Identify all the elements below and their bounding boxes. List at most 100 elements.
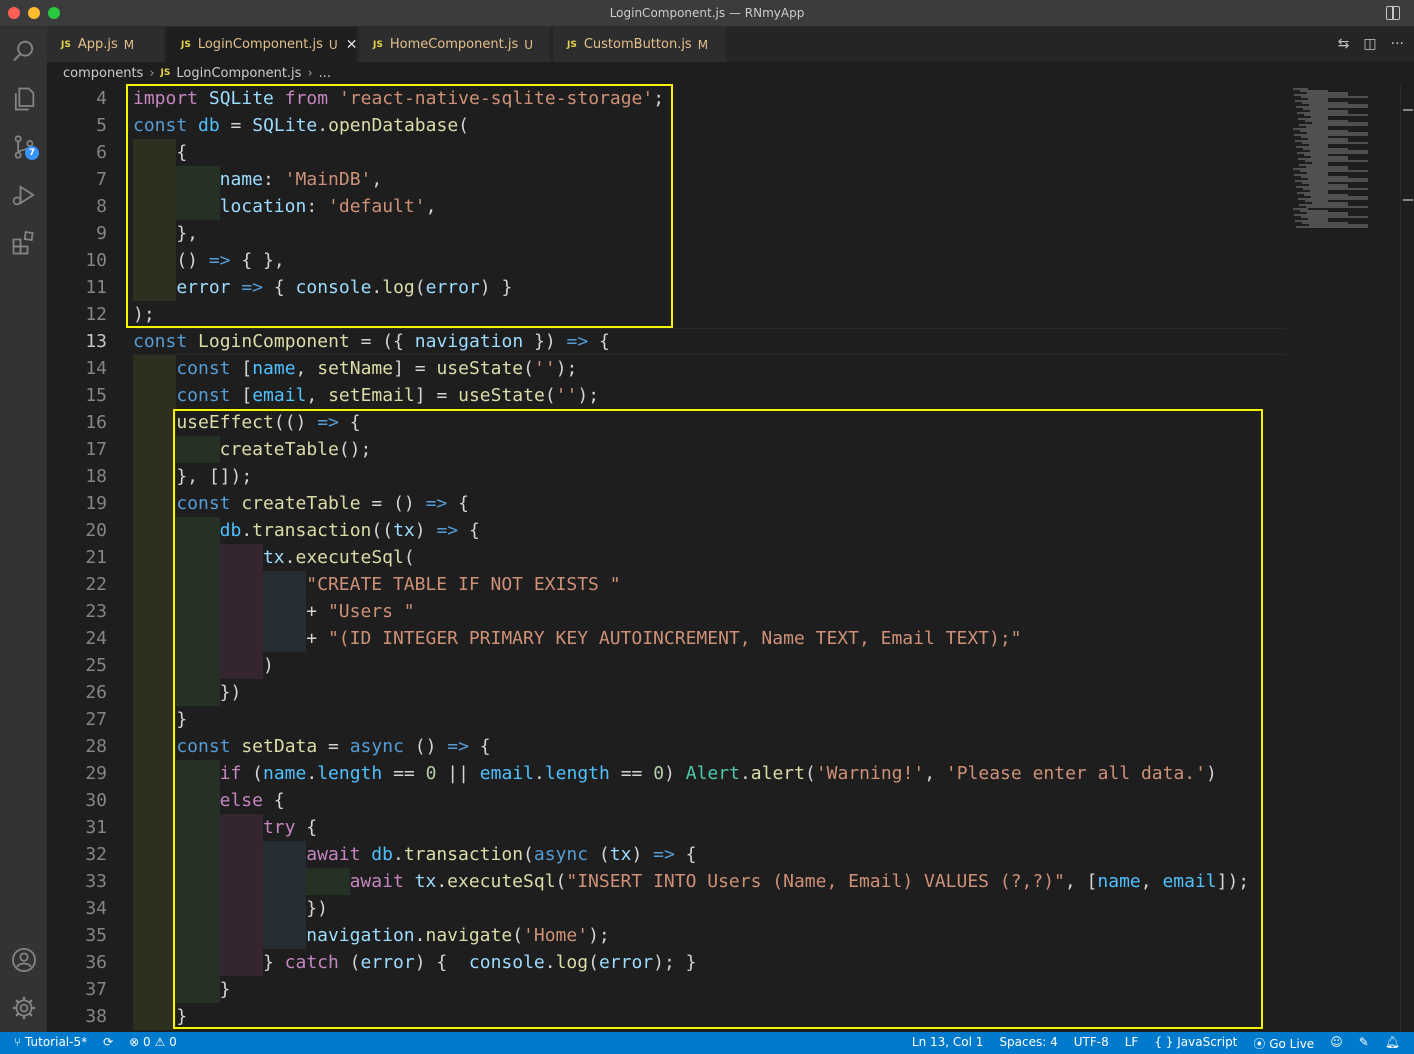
code-line[interactable]: const db = SQLite.openDatabase( bbox=[133, 112, 469, 139]
code-token: navigate bbox=[425, 925, 513, 946]
tab-home-component[interactable]: JS HomeComponent.js U bbox=[359, 27, 551, 62]
scm-badge: 7 bbox=[25, 146, 39, 160]
code-token: { bbox=[176, 142, 188, 163]
search-icon[interactable] bbox=[8, 35, 39, 66]
breadcrumb-file[interactable]: LoginComponent.js bbox=[176, 66, 301, 81]
code-token: (); bbox=[338, 439, 372, 460]
code-line[interactable]: }, []); bbox=[176, 463, 252, 490]
window-title: LoginComponent.js — RNmyApp bbox=[609, 6, 805, 20]
code-line[interactable]: { bbox=[176, 139, 187, 166]
code-line[interactable]: await db.transaction(async (tx) => { bbox=[306, 841, 696, 868]
code-line[interactable]: if (name.length == 0 || email.length == … bbox=[220, 760, 1217, 787]
gear-icon[interactable] bbox=[8, 992, 39, 1023]
code-line[interactable]: db.transaction((tx) => { bbox=[220, 517, 480, 544]
vertical-scrollbar[interactable] bbox=[1400, 84, 1414, 1032]
minimap[interactable] bbox=[1287, 84, 1400, 1032]
breadcrumb-more[interactable]: ... bbox=[319, 66, 331, 81]
indent-guide bbox=[133, 976, 177, 1003]
code-line[interactable]: import SQLite from 'react-native-sqlite-… bbox=[133, 85, 664, 112]
code-line[interactable]: ) bbox=[263, 652, 274, 679]
code-token: } bbox=[262, 952, 285, 973]
line-number: 25 bbox=[85, 655, 107, 676]
account-icon[interactable] bbox=[8, 944, 39, 975]
code-line[interactable]: const createTable = () => { bbox=[176, 490, 469, 517]
code-line[interactable]: "CREATE TABLE IF NOT EXISTS " bbox=[306, 571, 620, 598]
error-count: 0 bbox=[143, 1035, 151, 1049]
tab-login-component[interactable]: JS LoginComponent.js U ✕ bbox=[167, 27, 357, 62]
code-line[interactable]: + "Users " bbox=[306, 598, 414, 625]
code-line[interactable]: const [name, setName] = useState(''); bbox=[176, 355, 577, 382]
code-line[interactable]: await tx.executeSql("INSERT INTO Users (… bbox=[350, 868, 1250, 895]
breadcrumb-folder[interactable]: components bbox=[63, 66, 143, 81]
code-editor[interactable]: 4 5 6 7 8 9 10 11 12 13 14 15 16 17 18 19 20 21 22 23 24 25 26… bbox=[47, 84, 1287, 1032]
tab-app-js[interactable]: JS App.js M bbox=[47, 27, 165, 62]
code-line[interactable]: error => { console.log(error) } bbox=[176, 274, 512, 301]
code-line[interactable]: const setData = async () => { bbox=[176, 733, 490, 760]
code-token: openDatabase bbox=[328, 115, 459, 136]
indentation[interactable]: Spaces: 4 bbox=[999, 1035, 1057, 1052]
cursor-position[interactable]: Ln 13, Col 1 bbox=[912, 1035, 984, 1052]
code-line[interactable]: () => { }, bbox=[176, 247, 284, 274]
bell-icon[interactable]: 🔔︎ bbox=[1385, 1035, 1400, 1052]
code-line[interactable]: }) bbox=[306, 895, 328, 922]
code-token: createTable bbox=[241, 493, 361, 514]
code-line[interactable]: location: 'default', bbox=[220, 193, 437, 220]
tab-custom-button[interactable]: JS CustomButton.js M bbox=[553, 27, 727, 62]
code-line[interactable]: navigation.navigate('Home'); bbox=[306, 922, 609, 949]
code-line[interactable]: try { bbox=[263, 814, 317, 841]
compare-changes-icon[interactable]: ⇆ bbox=[1338, 36, 1350, 52]
code-line[interactable]: } bbox=[176, 706, 187, 733]
code-line[interactable]: } catch (error) { console.log(error); } bbox=[263, 949, 697, 976]
run-debug-icon[interactable] bbox=[8, 179, 39, 210]
code-token: ( bbox=[523, 844, 534, 865]
close-icon[interactable]: ✕ bbox=[346, 37, 358, 53]
indent-guide bbox=[176, 571, 220, 598]
layout-icon[interactable] bbox=[1386, 6, 1400, 20]
code-token: "(ID INTEGER PRIMARY KEY AUTOINCREMENT, … bbox=[327, 628, 1022, 649]
code-line[interactable]: } bbox=[220, 976, 231, 1003]
code-line[interactable]: + "(ID INTEGER PRIMARY KEY AUTOINCREMENT… bbox=[306, 625, 1021, 652]
code-token: ); bbox=[133, 304, 155, 325]
branch-indicator[interactable]: ⑂ Tutorial-5* bbox=[14, 1035, 87, 1049]
tab-status: M bbox=[123, 37, 135, 52]
code-line[interactable]: }) bbox=[220, 679, 242, 706]
encoding[interactable]: UTF-8 bbox=[1074, 1035, 1109, 1052]
code-line[interactable]: createTable(); bbox=[220, 436, 372, 463]
copilot-icon[interactable]: ☺ bbox=[1330, 1035, 1343, 1052]
indent-guide bbox=[176, 868, 220, 895]
more-actions-icon[interactable]: ··· bbox=[1391, 36, 1404, 52]
code-token: 'Please enter all data.' bbox=[945, 763, 1206, 784]
go-live-button[interactable]: ⦿ Go Live bbox=[1253, 1035, 1314, 1052]
code-token: . bbox=[414, 925, 426, 946]
tab-label: HomeComponent.js bbox=[389, 37, 519, 52]
indent-guide bbox=[133, 706, 177, 733]
end-of-line[interactable]: LF bbox=[1125, 1035, 1139, 1052]
indent-guide bbox=[133, 139, 177, 166]
code-line[interactable]: tx.executeSql( bbox=[263, 544, 415, 571]
code-token: try bbox=[262, 817, 296, 838]
code-token: (() bbox=[273, 412, 318, 433]
code-line[interactable]: const LoginComponent = ({ navigation }) … bbox=[133, 328, 610, 355]
code-line[interactable]: else { bbox=[220, 787, 285, 814]
problems-indicator[interactable]: ⊗ 0 ⚠ 0 bbox=[129, 1035, 177, 1049]
line-number: 34 bbox=[85, 898, 107, 919]
line-number: 17 bbox=[85, 439, 107, 460]
code-token: ( bbox=[804, 763, 816, 784]
split-editor-icon[interactable]: ◫ bbox=[1363, 36, 1376, 52]
language-mode[interactable]: { } JavaScript bbox=[1154, 1035, 1237, 1052]
extensions-icon[interactable] bbox=[8, 227, 39, 258]
code-token: error bbox=[176, 277, 231, 298]
feedback-icon[interactable]: ✎ bbox=[1359, 1035, 1369, 1052]
code-line[interactable]: const [email, setEmail] = useState(''); bbox=[176, 382, 599, 409]
code-token: email bbox=[479, 763, 534, 784]
code-token: tx bbox=[262, 547, 285, 568]
indent-guide bbox=[176, 895, 220, 922]
sync-icon[interactable]: ⟳ bbox=[103, 1035, 113, 1049]
code-line[interactable]: }, bbox=[176, 220, 198, 247]
code-line[interactable]: } bbox=[176, 1003, 187, 1030]
code-line[interactable]: useEffect(() => { bbox=[176, 409, 360, 436]
code-line[interactable]: name: 'MainDB', bbox=[220, 166, 383, 193]
explorer-icon[interactable] bbox=[8, 83, 39, 114]
code-line[interactable]: ); bbox=[133, 301, 155, 328]
